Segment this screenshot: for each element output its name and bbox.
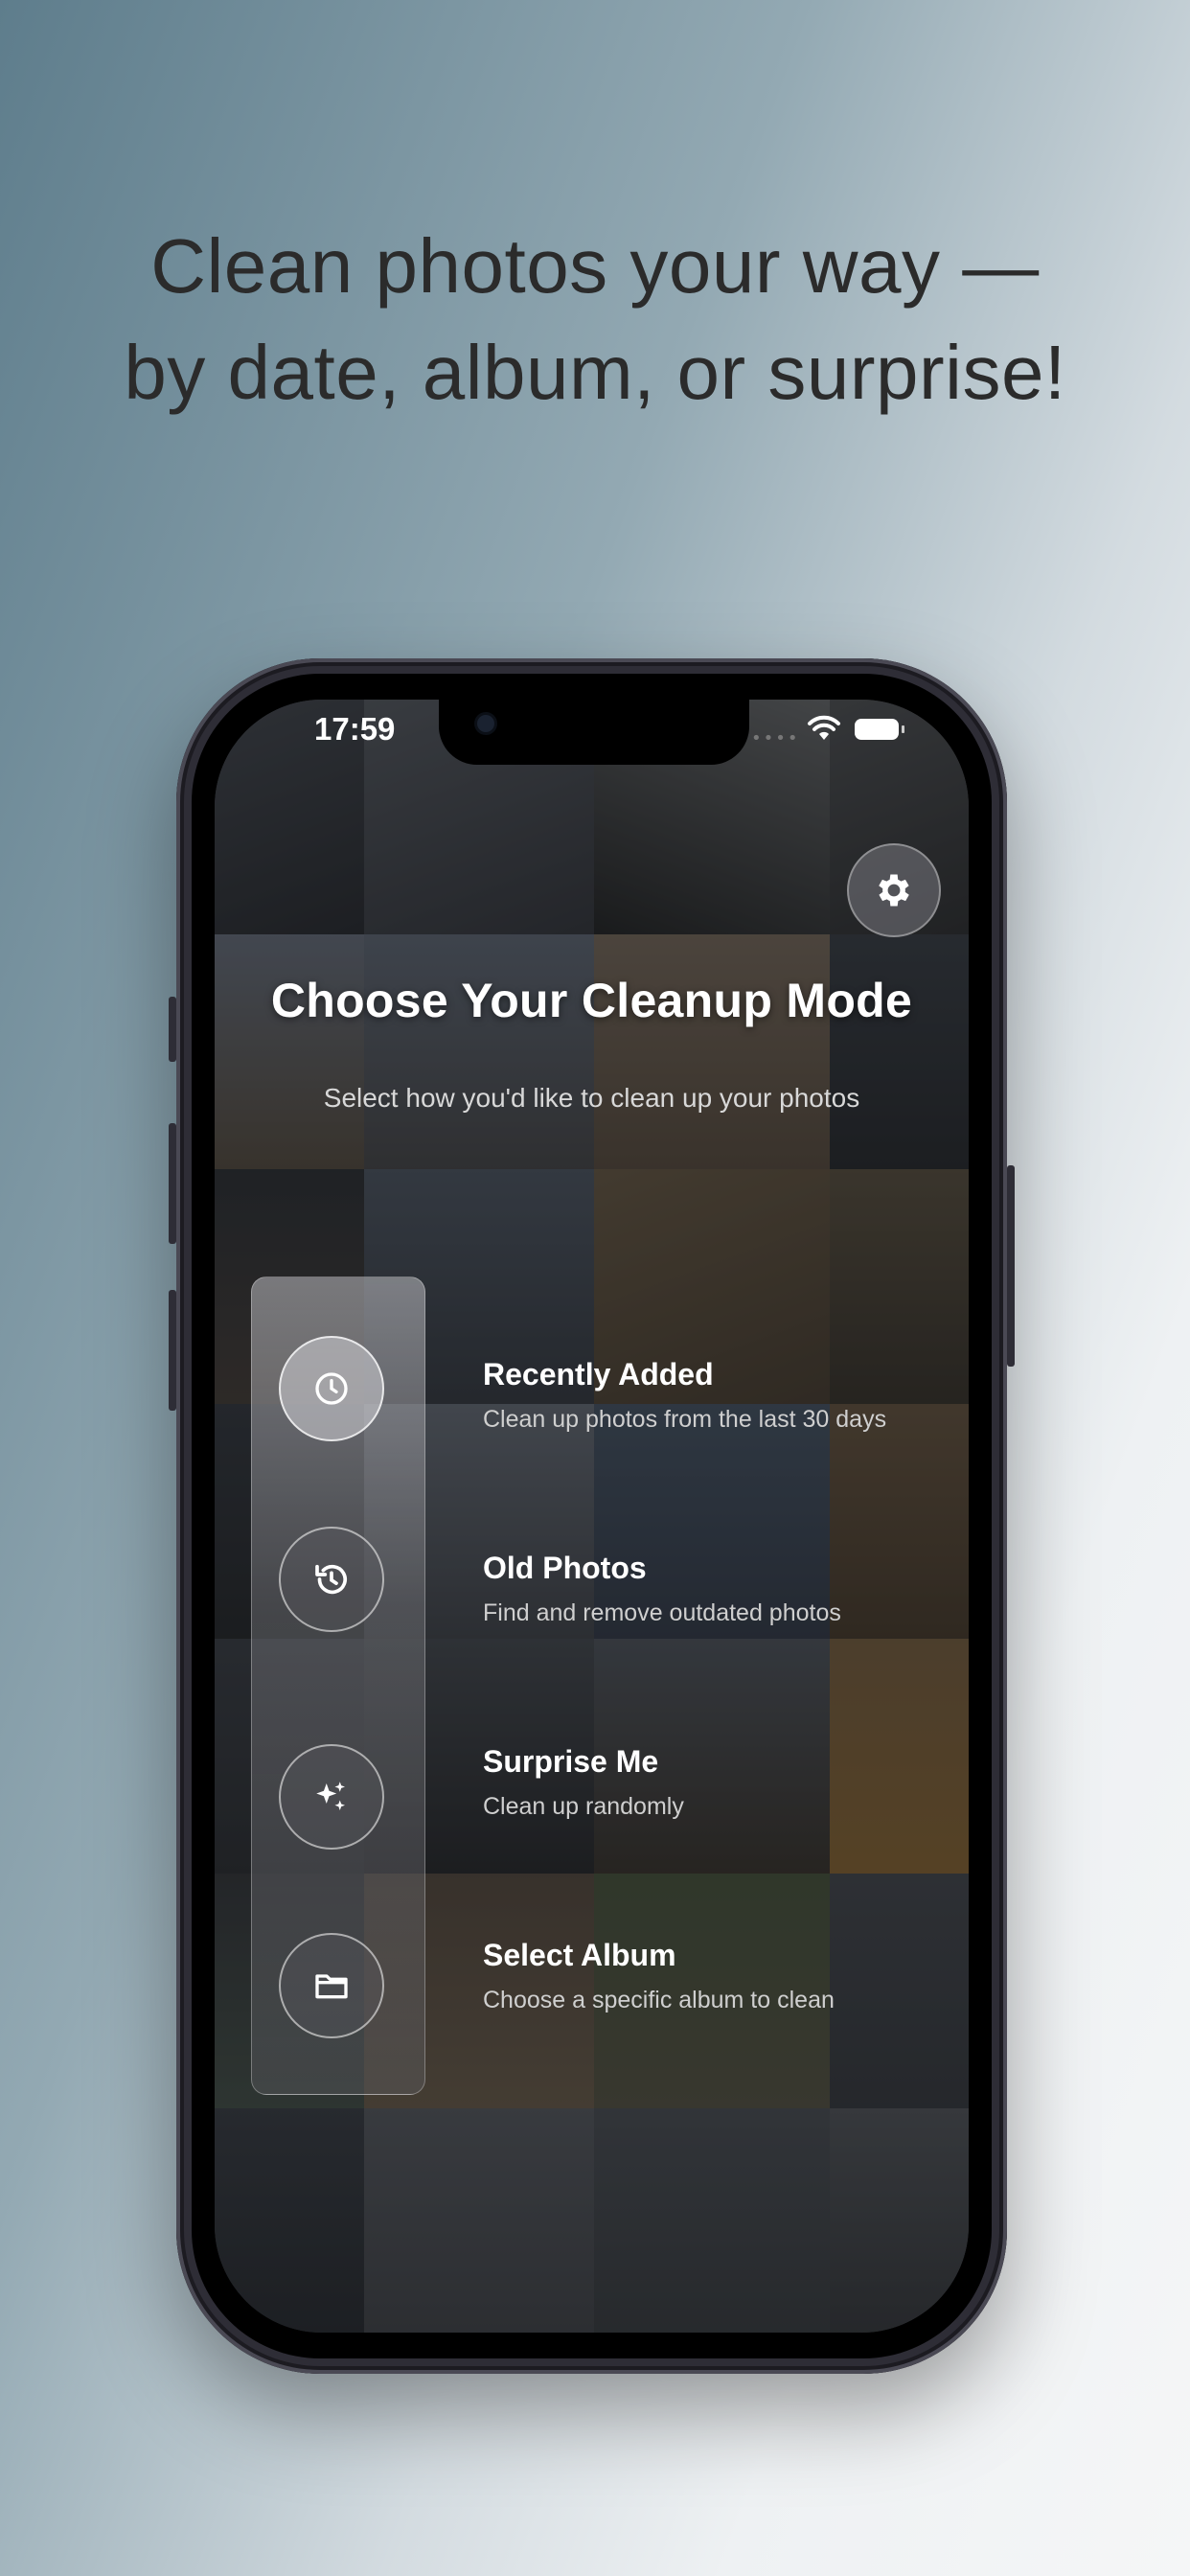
folder-icon xyxy=(315,1974,348,1999)
status-time: 17:59 xyxy=(314,711,396,747)
mode-title: Surprise Me xyxy=(483,1744,659,1779)
status-bar: 17:59 •••• xyxy=(215,700,969,776)
app-screen: 17:59 •••• Choose Your Cleanup Mode Sele… xyxy=(215,700,969,2333)
mode-description: Find and remove outdated photos xyxy=(483,1599,841,1626)
old-photos-button[interactable] xyxy=(279,1527,384,1632)
recently-added-button[interactable] xyxy=(279,1336,384,1441)
settings-button[interactable] xyxy=(847,843,941,937)
phone-volume-up xyxy=(169,1123,176,1244)
phone-volume-down xyxy=(169,1290,176,1411)
mode-description: Choose a specific album to clean xyxy=(483,1987,835,2013)
surprise-me-button[interactable] xyxy=(279,1744,384,1850)
phone-silent-switch xyxy=(169,997,176,1062)
wifi-icon xyxy=(808,715,840,740)
mode-recently-added[interactable]: Recently Added Clean up photos from the … xyxy=(483,1357,962,1434)
mode-surprise-me[interactable]: Surprise Me Clean up randomly xyxy=(483,1744,962,1821)
history-icon xyxy=(315,1564,347,1595)
mode-description: Clean up photos from the last 30 days xyxy=(483,1406,887,1433)
mode-old-photos[interactable]: Old Photos Find and remove outdated phot… xyxy=(483,1551,962,1627)
sparkles-icon xyxy=(316,1782,345,1810)
mode-title: Recently Added xyxy=(483,1357,714,1392)
select-album-button[interactable] xyxy=(279,1933,384,2038)
page-title: Choose Your Cleanup Mode xyxy=(270,974,913,1027)
dynamic-notch xyxy=(439,700,749,765)
mode-title: Select Album xyxy=(483,1938,676,1972)
phone-power-button xyxy=(1007,1165,1015,1367)
mode-title: Old Photos xyxy=(483,1551,647,1585)
marketing-headline: Clean photos your way — by date, album, … xyxy=(124,223,1066,415)
battery-icon xyxy=(855,719,904,740)
cellular-signal-icon: •••• xyxy=(751,728,800,748)
front-camera xyxy=(477,715,494,732)
clock-icon xyxy=(315,1372,348,1405)
page-subtitle: Select how you'd like to clean up your p… xyxy=(323,1083,860,1113)
mode-select-album[interactable]: Select Album Choose a specific album to … xyxy=(483,1938,962,2014)
gear-icon xyxy=(879,874,909,907)
mode-description: Clean up randomly xyxy=(483,1793,684,1820)
